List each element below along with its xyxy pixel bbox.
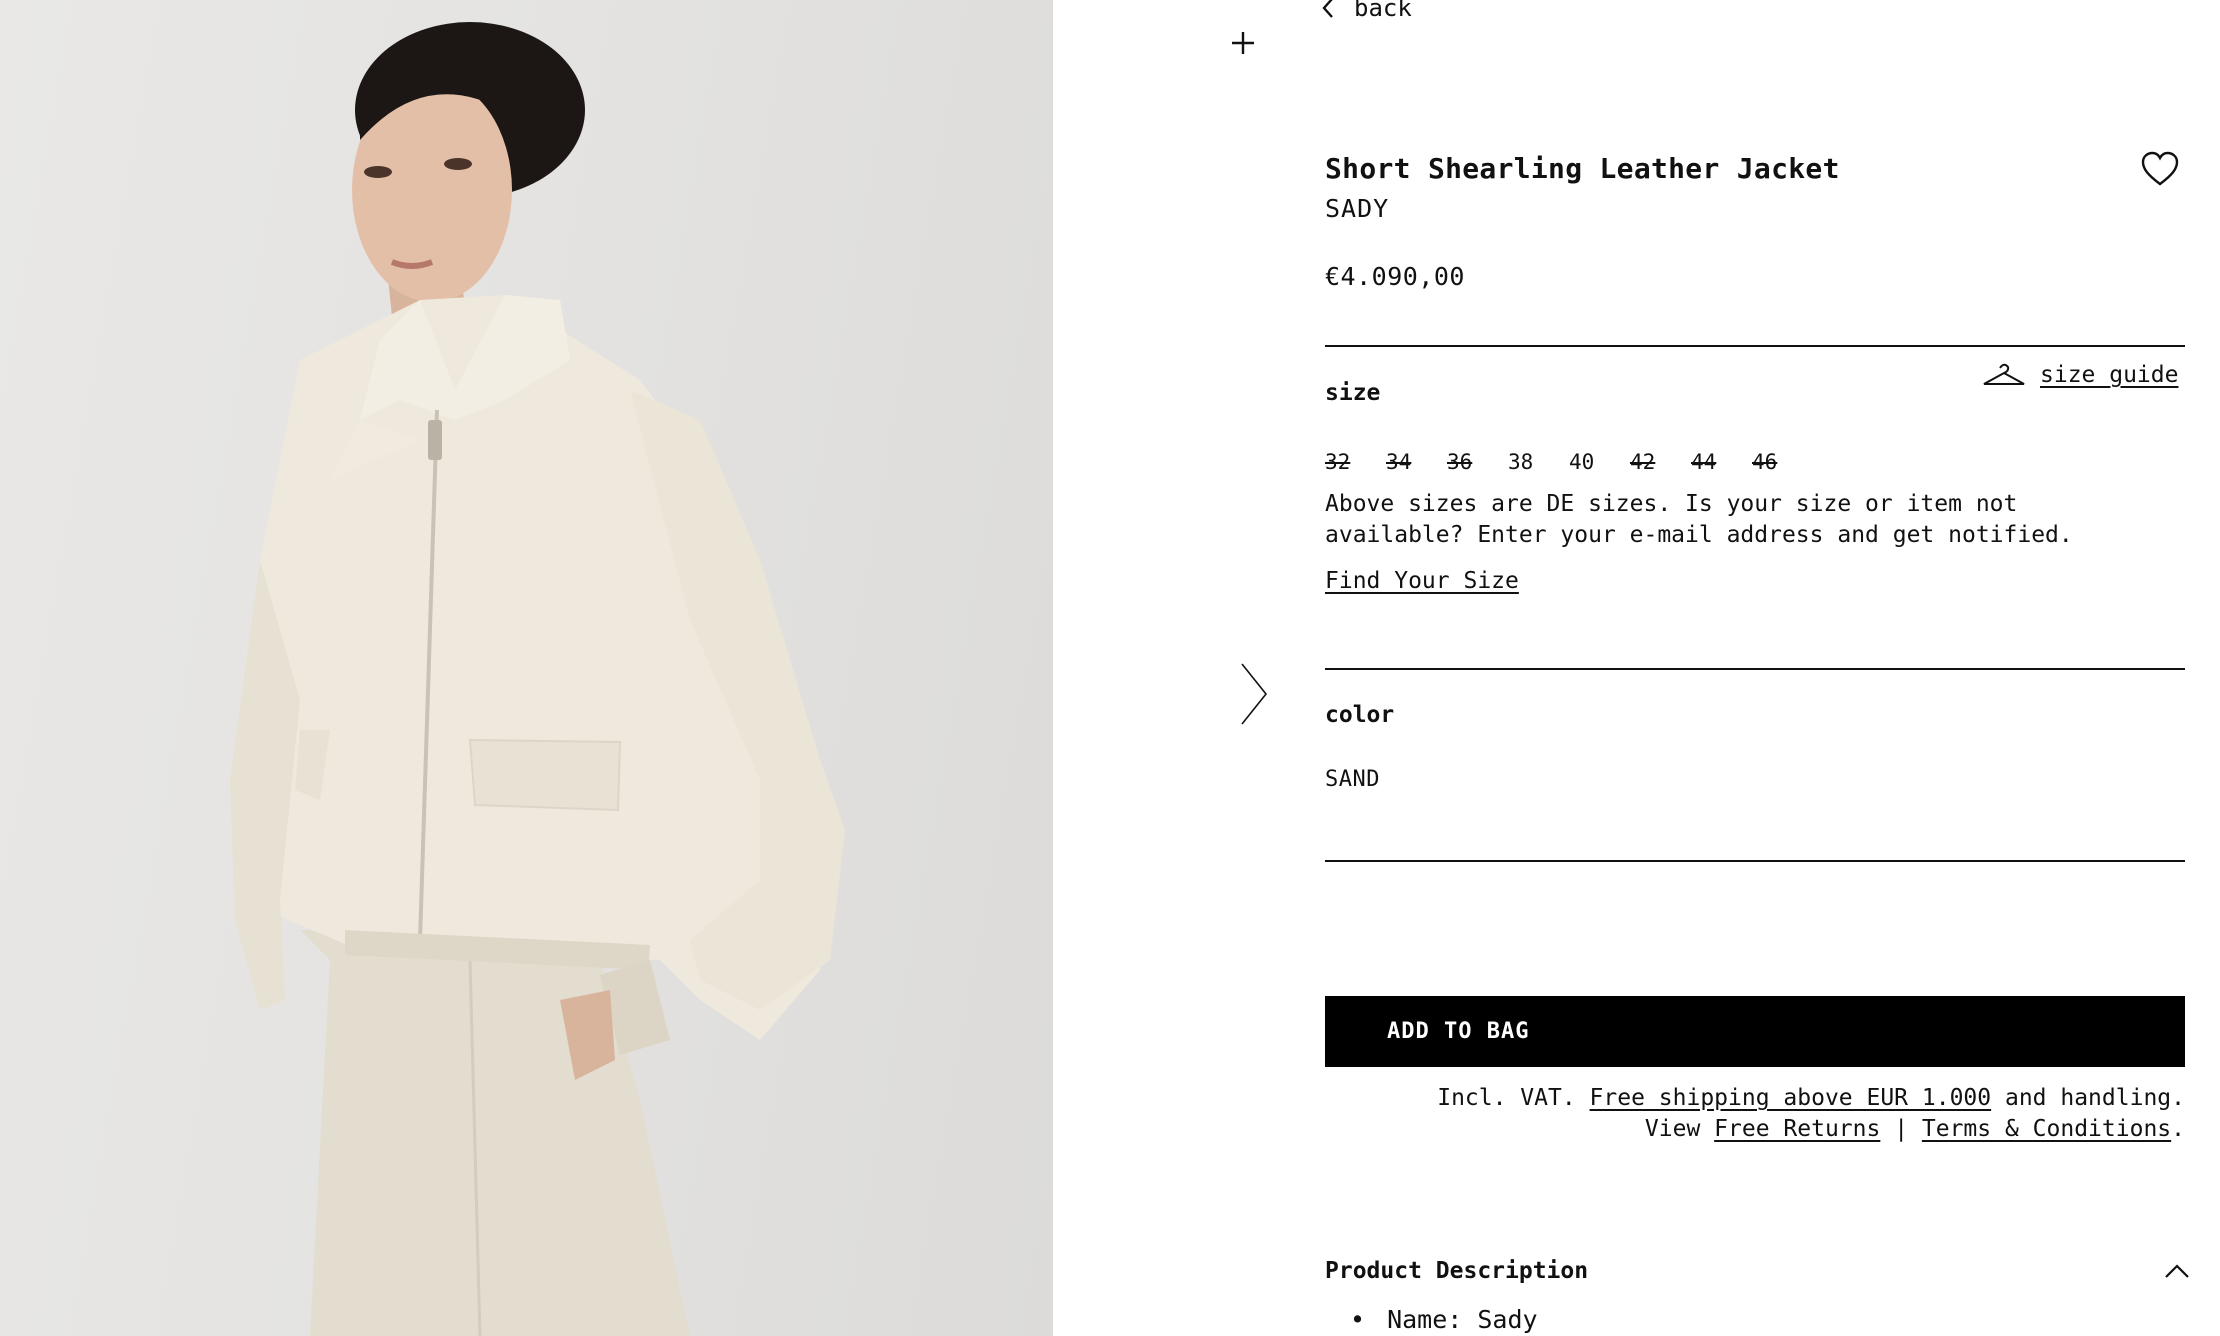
size-option-44[interactable]: 44 bbox=[1691, 450, 1752, 474]
bullet: • bbox=[1350, 1305, 1366, 1334]
product-title: Short Shearling Leather Jacket bbox=[1325, 152, 1840, 185]
free-returns-link[interactable]: Free Returns bbox=[1714, 1116, 1880, 1142]
add-to-bag-button[interactable]: ADD TO BAG bbox=[1325, 996, 2185, 1067]
terms-link[interactable]: Terms & Conditions bbox=[1922, 1116, 2171, 1142]
divider bbox=[1325, 668, 2185, 670]
product-description-toggle[interactable]: Product Description bbox=[1325, 1258, 1588, 1284]
view-text: View bbox=[1644, 1116, 1715, 1142]
size-option-46[interactable]: 46 bbox=[1752, 450, 1813, 474]
chevron-right-icon[interactable] bbox=[1236, 662, 1270, 726]
size-option-32[interactable]: 32 bbox=[1325, 450, 1386, 474]
shipping-info: Incl. VAT. Free shipping above EUR 1.000… bbox=[1325, 1083, 2185, 1145]
vat-text: Incl. VAT. bbox=[1437, 1085, 1590, 1111]
size-option-34[interactable]: 34 bbox=[1386, 450, 1447, 474]
description-item-text: Name: Sady bbox=[1387, 1305, 1538, 1334]
hanger-icon bbox=[1983, 363, 2025, 385]
find-your-size-link[interactable]: Find Your Size bbox=[1325, 568, 1519, 594]
product-price: €4.090,00 bbox=[1325, 262, 1465, 291]
size-guide-label: size guide bbox=[2040, 362, 2179, 388]
free-shipping-link[interactable]: Free shipping above EUR 1.000 bbox=[1590, 1085, 1992, 1111]
color-option-sand[interactable]: SAND bbox=[1325, 767, 1380, 792]
shipping-line-2: View Free Returns | Terms & Conditions. bbox=[1325, 1114, 2185, 1145]
size-note-line-2: available? Enter your e-mail address and… bbox=[1325, 522, 2073, 548]
handling-text: and handling. bbox=[1991, 1085, 2185, 1111]
period-text: . bbox=[2171, 1116, 2185, 1142]
size-note: Above sizes are DE sizes. Is your size o… bbox=[1325, 489, 2185, 551]
description-item: • Name: Sady bbox=[1350, 1305, 1538, 1334]
product-image[interactable] bbox=[0, 0, 1053, 1336]
size-option-40[interactable]: 40 bbox=[1569, 450, 1630, 474]
model-photo bbox=[230, 22, 845, 1336]
size-heading: size bbox=[1325, 380, 1381, 406]
size-option-42[interactable]: 42 bbox=[1630, 450, 1691, 474]
color-heading: color bbox=[1325, 702, 1395, 728]
chevron-left-icon bbox=[1322, 0, 1333, 18]
heart-icon[interactable] bbox=[2140, 150, 2180, 188]
size-note-line-1: Above sizes are DE sizes. Is your size o… bbox=[1325, 491, 2018, 517]
back-label: back bbox=[1354, 0, 1412, 22]
shipping-line-1: Incl. VAT. Free shipping above EUR 1.000… bbox=[1325, 1083, 2185, 1114]
separator-text: | bbox=[1880, 1116, 1922, 1142]
product-brand: SADY bbox=[1325, 194, 1390, 223]
plus-icon[interactable] bbox=[1230, 30, 1256, 56]
divider bbox=[1325, 345, 2185, 347]
divider bbox=[1325, 860, 2185, 862]
size-option-36[interactable]: 36 bbox=[1447, 450, 1508, 474]
back-link[interactable]: back bbox=[1318, 0, 1412, 22]
size-option-38[interactable]: 38 bbox=[1508, 450, 1569, 474]
size-guide-link[interactable]: size guide bbox=[1982, 362, 2178, 388]
chevron-up-icon[interactable] bbox=[2164, 1262, 2190, 1280]
size-options: 32 34 36 38 40 42 44 46 bbox=[1325, 450, 1813, 474]
